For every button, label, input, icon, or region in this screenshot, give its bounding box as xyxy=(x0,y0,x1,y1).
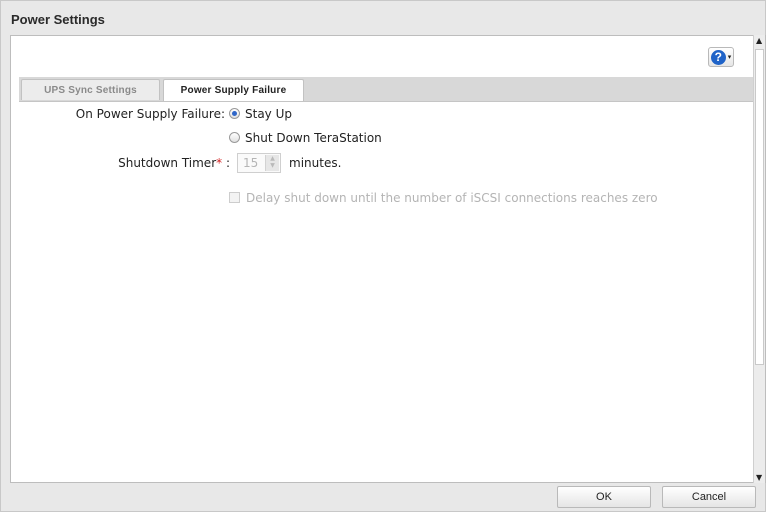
chevron-down-icon: ▾ xyxy=(727,53,732,61)
radio-shut-down-label: Shut Down TeraStation xyxy=(245,131,382,145)
iscsi-delay-checkbox[interactable] xyxy=(229,192,240,203)
help-button[interactable]: ? ▾ xyxy=(708,47,734,67)
radio-shut-down[interactable]: Shut Down TeraStation xyxy=(229,131,382,145)
stepper-arrows-icon[interactable]: ▲ ▼ xyxy=(265,155,279,171)
vertical-scrollbar[interactable]: ▲ ▼ xyxy=(753,35,765,483)
radio-stay-up-label: Stay Up xyxy=(245,107,292,121)
power-settings-dialog: Power Settings ? ▾ UPS Sync Settings Pow… xyxy=(0,0,766,512)
scroll-up-icon[interactable]: ▲ xyxy=(756,36,762,45)
ok-button[interactable]: OK xyxy=(557,486,651,508)
label-colon: : xyxy=(225,156,230,170)
tab-bar: UPS Sync Settings Power Supply Failure xyxy=(19,77,755,102)
iscsi-delay-label: Delay shut down until the number of iSCS… xyxy=(246,191,658,205)
tab-ups-sync-settings[interactable]: UPS Sync Settings xyxy=(21,79,160,100)
timer-unit-label: minutes. xyxy=(289,156,342,170)
radio-button-unselected[interactable] xyxy=(229,132,240,143)
scrollbar-thumb[interactable] xyxy=(755,49,764,365)
shutdown-timer-label: Shutdown Timer* : xyxy=(31,156,230,170)
shutdown-timer-value[interactable]: 15 xyxy=(243,156,258,170)
tab-power-supply-failure[interactable]: Power Supply Failure xyxy=(163,79,304,101)
help-icon: ? xyxy=(710,49,726,65)
iscsi-delay-checkbox-row[interactable]: Delay shut down until the number of iSCS… xyxy=(229,191,658,205)
shutdown-timer-text: Shutdown Timer xyxy=(118,156,217,170)
radio-button-selected[interactable] xyxy=(229,108,240,119)
cancel-button[interactable]: Cancel xyxy=(662,486,756,508)
on-failure-label: On Power Supply Failure: xyxy=(75,107,225,121)
scroll-down-icon[interactable]: ▼ xyxy=(756,473,762,482)
radio-stay-up[interactable]: Stay Up xyxy=(229,107,292,121)
dialog-title: Power Settings xyxy=(11,12,105,27)
dialog-body: ? ▾ UPS Sync Settings Power Supply Failu… xyxy=(10,35,766,483)
shutdown-timer-stepper[interactable]: 15 ▲ ▼ xyxy=(237,153,281,173)
